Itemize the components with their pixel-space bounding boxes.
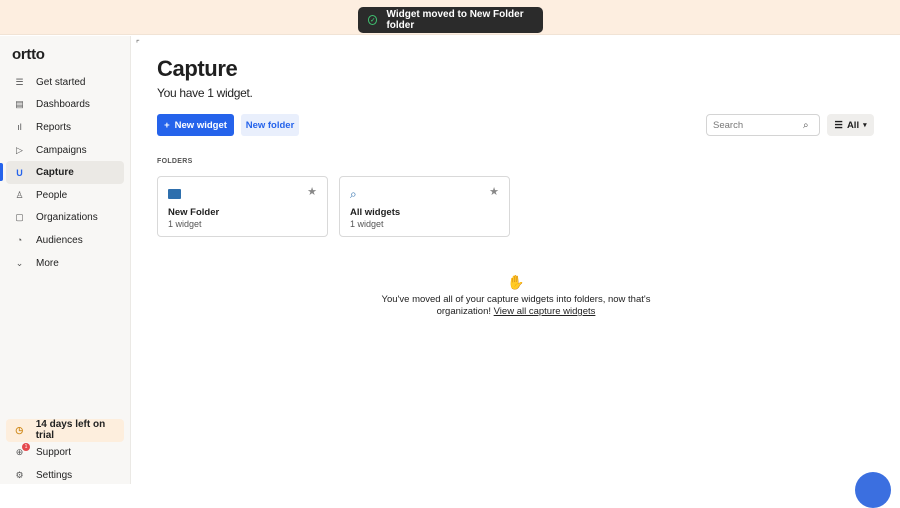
view-all-widgets-link[interactable]: View all capture widgets	[494, 306, 596, 317]
search-field[interactable]: ⌕	[706, 114, 820, 136]
sidebar-item-support[interactable]: ⊕ 1 Support	[6, 442, 124, 465]
sidebar-item-label: People	[36, 189, 68, 201]
sidebar-item-get-started[interactable]: ☰ Get started	[6, 71, 124, 94]
top-banner: ✓ Widget moved to New Folder folder	[0, 0, 900, 35]
folder-card[interactable]: ⌕ ★ All widgets 1 widget	[339, 176, 510, 237]
sidebar: ortto ☰ Get started ▤ Dashboards ıl Reports…	[0, 36, 131, 484]
main-content: ⌜ Capture You have 1 widget. + New widget…	[131, 36, 900, 484]
sidebar-item-settings[interactable]: ⚙ Settings	[6, 464, 124, 487]
sidebar-item-label: Capture	[36, 167, 74, 179]
building-icon: ▢	[15, 212, 24, 223]
star-icon[interactable]: ★	[489, 185, 499, 198]
sidebar-item-label: Dashboards	[36, 99, 90, 111]
chevron-down-icon: ⌄	[15, 257, 24, 268]
sidebar-item-label: More	[36, 257, 59, 269]
sidebar-item-reports[interactable]: ıl Reports	[6, 116, 124, 139]
trial-banner[interactable]: ◷ 14 days left on trial	[6, 419, 124, 442]
sidebar-item-capture[interactable]: U Capture	[0, 161, 124, 184]
page-subtitle: You have 1 widget.	[157, 86, 253, 100]
folder-name: All widgets	[350, 207, 401, 218]
sidebar-nav: ☰ Get started ▤ Dashboards ıl Reports ▷ Camp…	[0, 71, 124, 275]
search-icon[interactable]: ⌕	[803, 120, 809, 131]
notification-badge: 1	[22, 442, 30, 451]
waving-hand-icon: ✋	[507, 274, 525, 290]
send-icon: ▷	[16, 144, 23, 155]
check-circle-icon: ✓	[368, 15, 378, 25]
sidebar-item-label: Campaigns	[36, 144, 87, 156]
sidebar-item-label: Support	[36, 447, 72, 459]
gear-icon: ⚙	[15, 469, 24, 480]
new-folder-button[interactable]: New folder	[241, 114, 299, 136]
pie-icon: ◔	[16, 235, 23, 246]
search-input[interactable]	[713, 119, 803, 131]
button-label: New widget	[174, 119, 227, 131]
folder-icon	[168, 189, 181, 199]
toast-notification: ✓ Widget moved to New Folder folder	[358, 7, 543, 33]
logo[interactable]: ortto	[12, 46, 45, 63]
clock-icon: ◷	[15, 424, 24, 435]
folders-heading: FOLDERS	[157, 158, 193, 165]
folder-count: 1 widget	[168, 219, 202, 229]
star-icon[interactable]: ★	[307, 185, 317, 198]
chat-button[interactable]	[855, 472, 891, 508]
dashboard-icon: ▤	[15, 99, 24, 110]
filter-dropdown[interactable]: ☰ All ▾	[827, 114, 874, 136]
sidebar-item-dashboards[interactable]: ▤ Dashboards	[6, 94, 124, 117]
sidebar-item-label: Organizations	[36, 212, 98, 224]
folder-name: New Folder	[168, 207, 220, 218]
checklist-icon: ☰	[15, 76, 24, 87]
sidebar-bottom: ◷ 14 days left on trial ⊕ 1 Support ⚙ Settin…	[6, 419, 124, 487]
plus-icon: +	[164, 119, 170, 131]
sidebar-item-label: Audiences	[36, 234, 83, 246]
magnet-icon: U	[16, 167, 23, 178]
search-icon: ⌕	[350, 187, 357, 201]
sidebar-item-label: Settings	[36, 469, 73, 481]
page-title: Capture	[157, 56, 238, 81]
collapse-sidebar-icon[interactable]: ⌜	[136, 39, 140, 48]
sidebar-item-audiences[interactable]: ◔ Audiences	[6, 229, 124, 252]
sidebar-item-organizations[interactable]: ▢ Organizations	[6, 207, 124, 230]
sidebar-item-label: Reports	[36, 121, 72, 133]
person-icon: ♙	[15, 189, 24, 200]
new-widget-button[interactable]: + New widget	[157, 114, 234, 136]
chevron-down-icon: ▾	[863, 122, 867, 129]
sidebar-item-people[interactable]: ♙ People	[6, 184, 124, 207]
sidebar-item-campaigns[interactable]: ▷ Campaigns	[6, 139, 124, 162]
list-icon: ☰	[834, 119, 843, 131]
folder-card[interactable]: ★ New Folder 1 widget	[157, 176, 328, 237]
trial-label: 14 days left on trial	[35, 419, 106, 442]
toast-message: Widget moved to New Folder folder	[386, 9, 524, 31]
bar-chart-icon: ıl	[17, 122, 22, 133]
filter-value: All	[846, 119, 860, 131]
empty-state-message: You've moved all of your capture widgets…	[361, 294, 671, 318]
sidebar-item-more[interactable]: ⌄ More	[6, 252, 124, 275]
folder-count: 1 widget	[350, 219, 384, 229]
sidebar-item-label: Get started	[36, 76, 86, 88]
